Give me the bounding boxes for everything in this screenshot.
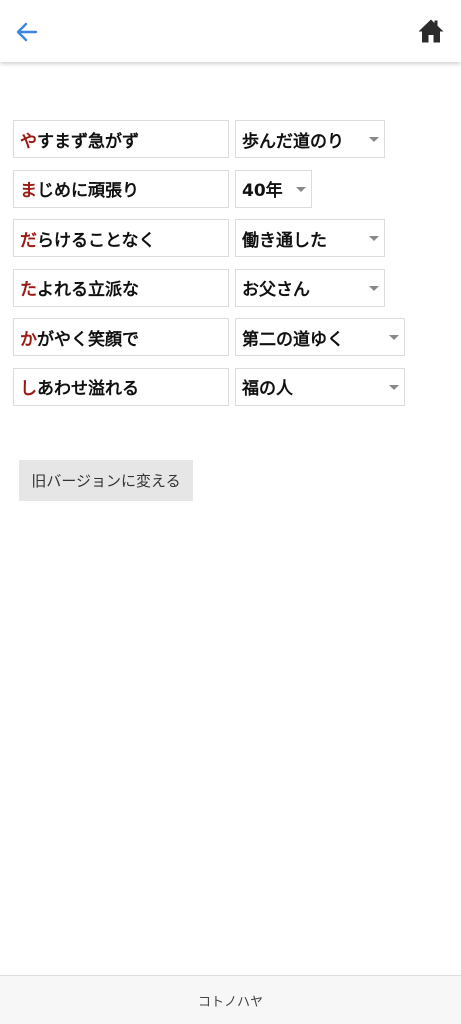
word-select[interactable]: お父さん bbox=[235, 268, 385, 307]
acrostic-row: やすまず急がず 歩んだ道のり bbox=[13, 120, 453, 158]
phrase-first-char: だ bbox=[20, 230, 37, 251]
acrostic-list: やすまず急がず 歩んだ道のり まじめに頑張り 40年 だらけることなく 働き通し… bbox=[13, 120, 453, 418]
phrase-rest: よれる立派な bbox=[37, 280, 139, 301]
phrase-text: やすまず急がず bbox=[13, 120, 229, 158]
phrase-rest: じめに頑張り bbox=[37, 181, 139, 202]
phrase-rest: あわせ溢れる bbox=[37, 379, 139, 400]
dropdown-caret-icon bbox=[369, 285, 379, 291]
word-select-value: 福の人 bbox=[242, 379, 293, 400]
phrase-first-char: や bbox=[20, 131, 37, 152]
app-header bbox=[0, 0, 461, 62]
back-button[interactable] bbox=[14, 20, 40, 44]
footer-brand: コトノハヤ bbox=[197, 994, 263, 1010]
arrow-left-icon bbox=[16, 22, 38, 42]
acrostic-row: まじめに頑張り 40年 bbox=[13, 169, 453, 208]
word-select-value: お父さん bbox=[242, 280, 310, 301]
phrase-rest: すまず急がず bbox=[37, 131, 139, 152]
phrase-first-char: か bbox=[20, 329, 37, 350]
acrostic-row: だらけることなく 働き通した bbox=[13, 219, 453, 258]
footer: コトノハヤ bbox=[0, 975, 461, 1024]
word-select[interactable]: 歩んだ道のり bbox=[235, 120, 385, 158]
word-select[interactable]: 第二の道ゆく bbox=[235, 318, 405, 357]
phrase-text: たよれる立派な bbox=[13, 268, 229, 307]
acrostic-row: かがやく笑顔で 第二の道ゆく bbox=[13, 318, 453, 357]
home-button[interactable] bbox=[417, 18, 445, 44]
phrase-first-char: ま bbox=[20, 181, 37, 202]
dropdown-caret-icon bbox=[369, 137, 379, 142]
dropdown-caret-icon bbox=[389, 384, 399, 390]
dropdown-caret-icon bbox=[296, 186, 306, 192]
word-select-value: 第二の道ゆく bbox=[242, 329, 344, 350]
phrase-first-char: た bbox=[20, 280, 37, 301]
word-select[interactable]: 働き通した bbox=[235, 219, 385, 258]
word-select-value: 働き通した bbox=[242, 230, 327, 251]
word-select-value: 歩んだ道のり bbox=[242, 131, 344, 152]
phrase-text: かがやく笑顔で bbox=[13, 318, 229, 357]
old-version-button[interactable]: 旧バージョンに変える bbox=[19, 460, 193, 501]
phrase-first-char: し bbox=[20, 379, 37, 400]
word-select-value: 40年 bbox=[242, 181, 283, 202]
phrase-rest: らけることなく bbox=[37, 230, 156, 251]
acrostic-row: しあわせ溢れる 福の人 bbox=[13, 367, 453, 406]
phrase-text: しあわせ溢れる bbox=[13, 367, 229, 406]
dropdown-caret-icon bbox=[369, 236, 379, 242]
word-select[interactable]: 福の人 bbox=[235, 367, 405, 406]
acrostic-row: たよれる立派な お父さん bbox=[13, 268, 453, 307]
phrase-text: まじめに頑張り bbox=[13, 169, 229, 208]
dropdown-caret-icon bbox=[389, 335, 399, 341]
word-select[interactable]: 40年 bbox=[235, 169, 312, 208]
home-icon bbox=[418, 19, 444, 43]
phrase-text: だらけることなく bbox=[13, 219, 229, 258]
phrase-rest: がやく笑顔で bbox=[37, 329, 139, 350]
